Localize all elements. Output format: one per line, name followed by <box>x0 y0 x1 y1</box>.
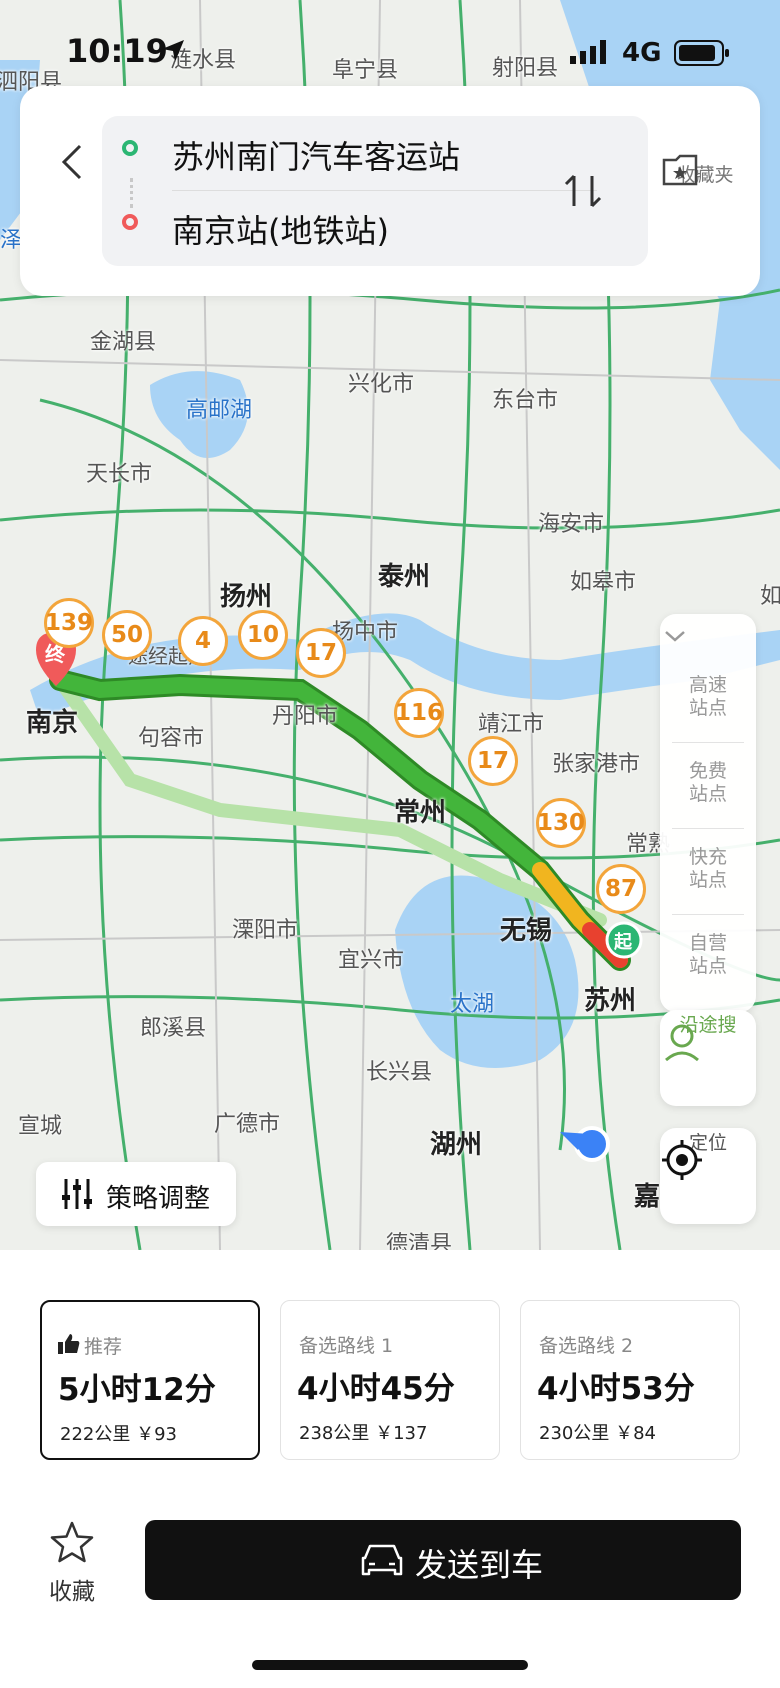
map-label: 嘉 <box>634 1182 661 1212</box>
route-meta: 222公里 ￥93 <box>60 1424 177 1445</box>
home-indicator <box>252 1660 528 1670</box>
destination-dot-icon <box>122 214 138 230</box>
along-route-search-button[interactable]: 沿途搜 <box>660 1010 756 1106</box>
route-duration: 4小时45分 <box>297 1371 455 1407</box>
map-label: 天长市 <box>86 462 153 487</box>
map-label: 高邮湖 <box>186 398 253 423</box>
origin-dot-icon <box>122 140 138 156</box>
side-filter-panel: 高速 站点 免费 站点 快充 站点 自营 站点 <box>660 614 756 1012</box>
back-arrow-icon <box>61 144 82 180</box>
route-tag: 备选路线 2 <box>539 1335 634 1357</box>
status-time: 10:19 <box>66 32 168 70</box>
back-button[interactable] <box>52 134 92 190</box>
speed-badge: 116 <box>394 688 444 738</box>
map-label: 东台市 <box>492 388 559 413</box>
swap-icon <box>564 174 602 208</box>
route-options: 推荐 5小时12分 222公里 ￥93 备选路线 1 4小时45分 238公里 … <box>40 1300 740 1460</box>
map-label: 广德市 <box>214 1112 281 1137</box>
map-label: 宜兴市 <box>338 948 405 973</box>
speed-badge: 87 <box>596 864 646 914</box>
favorites-folder-icon <box>662 154 698 186</box>
route-search-card: 苏州南门汽车客运站 南京站(地铁站) 收藏夹 <box>20 86 760 296</box>
map-label: 长兴县 <box>366 1060 433 1085</box>
map-label: 湖州 <box>430 1130 483 1160</box>
start-marker-text: 起 <box>614 932 632 953</box>
route-duration: 4小时53分 <box>537 1371 695 1407</box>
map-label: 金湖县 <box>90 330 157 355</box>
map-label: 丹阳市 <box>272 704 339 729</box>
status-bar: 10:19 4G <box>0 0 780 80</box>
map-label: 宣城 <box>18 1114 63 1139</box>
route-tag: 推荐 <box>84 1336 123 1358</box>
filter-free-station[interactable]: 免费 站点 <box>660 760 756 806</box>
map-label: 常州 <box>394 798 447 828</box>
star-icon <box>50 1521 94 1563</box>
speed-badge: 4 <box>178 616 228 666</box>
destination-field[interactable]: 南京站(地铁站) <box>172 206 389 252</box>
field-divider <box>172 190 597 191</box>
map-label: 苏州 <box>584 986 637 1016</box>
map-label: 泰州 <box>378 562 431 592</box>
speed-badge: 17 <box>296 628 346 678</box>
map-view[interactable]: 泗阳县 涟水县 阜宁县 射阳县 泽 金湖县 兴化市 东台市 高邮湖 天长市 海安… <box>0 0 780 1250</box>
speed-badge: 130 <box>536 798 586 848</box>
map-label: 无锡 <box>500 916 553 946</box>
speed-badge: 17 <box>468 736 518 786</box>
strategy-adjust-button[interactable]: 策略调整 <box>36 1162 236 1226</box>
send-to-car-label: 发送到车 <box>415 1546 544 1584</box>
map-label: 句容市 <box>138 726 205 751</box>
route-tag: 备选路线 1 <box>299 1335 394 1357</box>
chevron-down-icon <box>665 631 685 642</box>
map-label: 如 <box>760 584 780 609</box>
car-icon <box>361 1544 403 1576</box>
filter-highway-station[interactable]: 高速 站点 <box>660 674 756 720</box>
map-label: 太湖 <box>450 992 495 1017</box>
route-option-recommended[interactable]: 推荐 5小时12分 222公里 ￥93 <box>40 1300 260 1460</box>
collect-button[interactable]: 收藏 <box>40 1520 104 1606</box>
map-label: 兴化市 <box>348 372 415 397</box>
map-label: 张家港市 <box>552 752 641 777</box>
strategy-label: 策略调整 <box>106 1184 211 1214</box>
map-label: 海安市 <box>538 512 605 537</box>
send-to-car-button[interactable]: 发送到车 <box>145 1520 741 1600</box>
map-label: 郎溪县 <box>140 1016 207 1041</box>
map-label: 泽 <box>0 228 23 253</box>
filter-self-operated-station[interactable]: 自营 站点 <box>660 932 756 978</box>
thumbs-up-icon <box>58 1334 80 1358</box>
route-meta: 230公里 ￥84 <box>539 1423 656 1444</box>
collect-label: 收藏 <box>49 1579 95 1605</box>
route-option-alt-2[interactable]: 备选路线 2 4小时53分 230公里 ￥84 <box>520 1300 740 1460</box>
route-connector <box>130 178 133 208</box>
map-label: 溧阳市 <box>232 918 299 943</box>
speed-badge: 139 <box>44 598 94 648</box>
route-duration: 5小时12分 <box>58 1372 216 1408</box>
filter-fast-charge-station[interactable]: 快充 站点 <box>660 846 756 892</box>
network-type: 4G <box>622 38 662 68</box>
favorites-button[interactable]: 收藏夹 <box>660 152 750 187</box>
map-label: 扬州 <box>220 582 273 612</box>
crosshair-icon <box>662 1140 702 1180</box>
road-search-icon <box>665 1024 699 1062</box>
speed-badge: 10 <box>238 610 288 660</box>
sliders-icon <box>62 1179 92 1209</box>
route-meta: 238公里 ￥137 <box>299 1423 428 1444</box>
map-label: 南京 <box>26 708 79 738</box>
map-label: 如皋市 <box>570 570 637 595</box>
map-label: 德清县 <box>386 1232 453 1250</box>
swap-button[interactable] <box>560 168 606 214</box>
map-label: 靖江市 <box>478 712 545 737</box>
speed-badge: 50 <box>102 610 152 660</box>
route-option-alt-1[interactable]: 备选路线 1 4小时45分 238公里 ￥137 <box>280 1300 500 1460</box>
location-arrow-icon <box>160 38 186 64</box>
origin-field[interactable]: 苏州南门汽车客运站 <box>172 132 460 178</box>
locate-button[interactable]: 定位 <box>660 1128 756 1224</box>
